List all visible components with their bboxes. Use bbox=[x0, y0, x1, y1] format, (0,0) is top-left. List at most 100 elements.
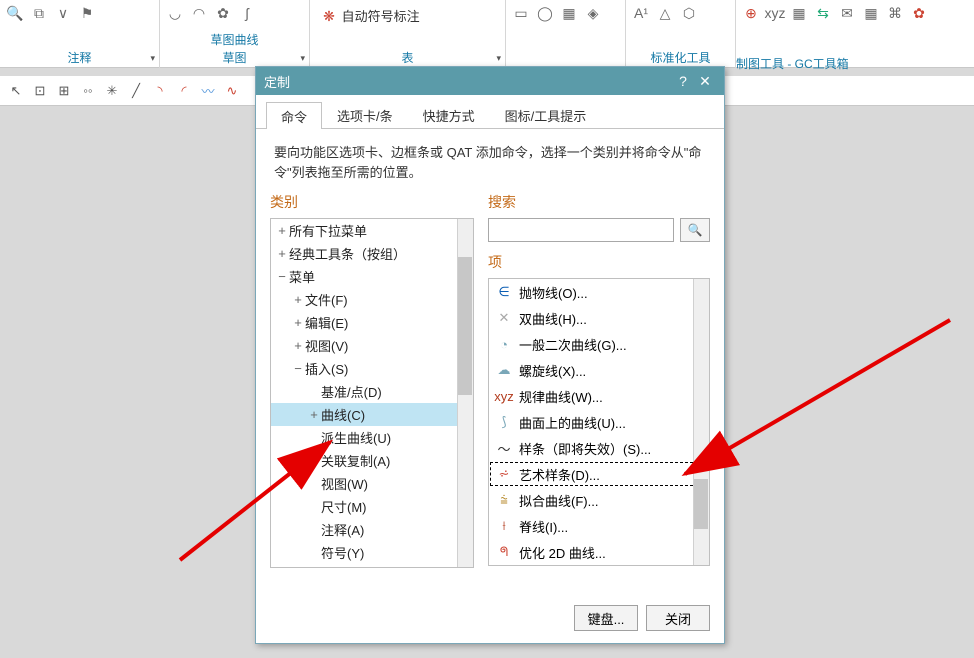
list-item[interactable]: ⩭拟合曲线(F)... bbox=[489, 487, 709, 513]
arc2-icon[interactable]: ◠ bbox=[190, 4, 208, 22]
tool7-icon[interactable]: ⌘ bbox=[886, 4, 904, 22]
close-icon[interactable]: ✕ bbox=[694, 73, 716, 90]
measure-icon[interactable]: ⧉ bbox=[30, 4, 48, 22]
search-button[interactable]: 🔍 bbox=[680, 218, 710, 242]
list-item[interactable]: ⟆曲面上的曲线(U)... bbox=[489, 409, 709, 435]
arc-icon[interactable]: ◡ bbox=[166, 4, 184, 22]
tree-item[interactable]: −插入(S) bbox=[271, 357, 473, 380]
angle-icon[interactable]: ∨ bbox=[54, 4, 72, 22]
items-scrollbar-thumb[interactable] bbox=[694, 479, 708, 529]
ribbon-group-label: 标准化工具 bbox=[626, 49, 735, 66]
expand-icon[interactable]: + bbox=[291, 338, 305, 353]
ribbon-gc-label: 制图工具 - GC工具箱 bbox=[736, 55, 849, 72]
zoom-icon[interactable]: 🔍 bbox=[6, 4, 24, 22]
tree-item[interactable]: −菜单 bbox=[271, 265, 473, 288]
tree-item[interactable]: 派生曲线(U) bbox=[271, 426, 473, 449]
tool1-icon[interactable]: ⊕ bbox=[742, 4, 760, 22]
keyboard-button[interactable]: 键盘... bbox=[574, 605, 638, 631]
ribbon-icons: 🔍 ⧉ ∨ ⚑ bbox=[6, 4, 96, 22]
tab-icons[interactable]: 图标/工具提示 bbox=[490, 101, 602, 128]
misc-icon[interactable]: ◈ bbox=[584, 4, 602, 22]
tool6-icon[interactable]: ▦ bbox=[862, 4, 880, 22]
tb-cross-icon[interactable]: ✳ bbox=[102, 81, 122, 101]
curve-icon[interactable]: ʃ bbox=[238, 4, 256, 22]
tab-commands[interactable]: 命令 bbox=[266, 102, 322, 129]
expand-icon[interactable]: + bbox=[291, 292, 305, 307]
tab-options[interactable]: 选项卡/条 bbox=[322, 101, 408, 128]
tree-item[interactable]: 尺寸(M) bbox=[271, 495, 473, 518]
list-item[interactable]: ᖗ优化 2D 曲线... bbox=[489, 539, 709, 565]
shape-icon[interactable]: ✿ bbox=[214, 4, 232, 22]
tree-item[interactable]: +经典工具条（按组） bbox=[271, 242, 473, 265]
tree-item[interactable]: +所有下拉菜单 bbox=[271, 219, 473, 242]
expand-icon[interactable]: + bbox=[275, 223, 289, 238]
tree-item-label: 编辑(E) bbox=[305, 313, 348, 332]
tree-item-label: 曲线(C) bbox=[321, 405, 365, 424]
help-button[interactable]: ? bbox=[672, 73, 694, 89]
list-item[interactable]: ⩫艺术样条(D)... bbox=[489, 461, 709, 487]
items-list[interactable]: ∈抛物线(O)...✕双曲线(H)...◔一般二次曲线(G)...☁螺旋线(X)… bbox=[488, 278, 710, 566]
tree-item[interactable]: 视图(W) bbox=[271, 472, 473, 495]
auto-symbol-label[interactable]: 自动符号标注 bbox=[342, 9, 420, 24]
tb-grid2-icon[interactable]: ⊞ bbox=[54, 81, 74, 101]
ai-icon[interactable]: A¹ bbox=[632, 4, 650, 22]
tool4-icon[interactable]: ⇆ bbox=[814, 4, 832, 22]
circ-icon[interactable]: ◯ bbox=[536, 4, 554, 22]
expand-icon[interactable]: + bbox=[307, 407, 321, 422]
collapse-icon[interactable]: − bbox=[275, 269, 289, 284]
hex-icon[interactable]: ⬡ bbox=[680, 4, 698, 22]
tree-item[interactable]: +视图(V) bbox=[271, 334, 473, 357]
list-item[interactable]: 〜样条（即将失效）(S)... bbox=[489, 435, 709, 461]
tree-item[interactable]: 符号(Y) bbox=[271, 541, 473, 564]
list-item[interactable]: ∈抛物线(O)... bbox=[489, 279, 709, 305]
item-icon: ∈ bbox=[495, 283, 513, 301]
tb-arc2-icon[interactable]: ◜ bbox=[174, 81, 194, 101]
tree-item[interactable]: +编辑(E) bbox=[271, 311, 473, 334]
category-tree[interactable]: +所有下拉菜单+经典工具条（按组）−菜单+文件(F)+编辑(E)+视图(V)−插… bbox=[270, 218, 474, 568]
chevron-down-icon[interactable]: ▾ bbox=[150, 53, 155, 64]
search-input[interactable] bbox=[488, 218, 674, 242]
auto-symbol-icon[interactable]: ❋ bbox=[320, 8, 338, 26]
expand-icon[interactable]: + bbox=[275, 246, 289, 261]
ribbon-group-4: ▭ ◯ ▦ ◈ bbox=[506, 0, 626, 68]
list-item[interactable]: xyz规律曲线(W)... bbox=[489, 383, 709, 409]
list-item[interactable]: ◔一般二次曲线(G)... bbox=[489, 331, 709, 357]
flag-icon[interactable]: ⚑ bbox=[78, 4, 96, 22]
items-scrollbar[interactable] bbox=[693, 279, 709, 565]
item-icon: ⩭ bbox=[495, 491, 513, 509]
tb-pointer-icon[interactable]: ↖ bbox=[6, 81, 26, 101]
tool2-icon[interactable]: xyz bbox=[766, 4, 784, 22]
tree-scrollbar[interactable] bbox=[457, 219, 473, 567]
list-item[interactable]: ☁螺旋线(X)... bbox=[489, 357, 709, 383]
tb-line-icon[interactable]: ╱ bbox=[126, 81, 146, 101]
ribbon-group-label: 表 bbox=[310, 49, 505, 66]
tree-item[interactable]: 注释(A) bbox=[271, 518, 473, 541]
tree-item[interactable]: +文件(F) bbox=[271, 288, 473, 311]
tb-wave-icon[interactable]: ∿ bbox=[222, 81, 242, 101]
close-button[interactable]: 关闭 bbox=[646, 605, 710, 631]
tree-scrollbar-thumb[interactable] bbox=[458, 257, 472, 395]
tool3-icon[interactable]: ▦ bbox=[790, 4, 808, 22]
tree-item-label: 关联复制(A) bbox=[321, 451, 390, 470]
list-item[interactable]: ✕双曲线(H)... bbox=[489, 305, 709, 331]
tab-shortcuts[interactable]: 快捷方式 bbox=[408, 101, 490, 128]
tool8-icon[interactable]: ✿ bbox=[910, 4, 928, 22]
collapse-icon[interactable]: − bbox=[291, 361, 305, 376]
tri-icon[interactable]: △ bbox=[656, 4, 674, 22]
tree-item[interactable]: 基准/点(D) bbox=[271, 380, 473, 403]
tb-arc-icon[interactable]: ◝ bbox=[150, 81, 170, 101]
rect-icon[interactable]: ▭ bbox=[512, 4, 530, 22]
grid-icon[interactable]: ▦ bbox=[560, 4, 578, 22]
list-item[interactable]: ⟊脊线(I)... bbox=[489, 513, 709, 539]
tb-grid1-icon[interactable]: ⊡ bbox=[30, 81, 50, 101]
tb-spline-icon[interactable]: 〰 bbox=[198, 81, 218, 101]
expand-icon[interactable]: + bbox=[291, 315, 305, 330]
tree-item[interactable]: 关联复制(A) bbox=[271, 449, 473, 472]
tree-item[interactable]: +曲线(C) bbox=[271, 403, 473, 426]
ribbon-icons: ⊕ xyz ▦ ⇆ ✉ ▦ ⌘ ✿ bbox=[742, 4, 928, 22]
list-item-label: 一般二次曲线(G)... bbox=[519, 335, 627, 354]
chevron-down-icon[interactable]: ▾ bbox=[496, 53, 501, 64]
tool5-icon[interactable]: ✉ bbox=[838, 4, 856, 22]
chevron-down-icon[interactable]: ▾ bbox=[300, 53, 305, 64]
tb-pts-icon[interactable]: ◦◦ bbox=[78, 81, 98, 101]
